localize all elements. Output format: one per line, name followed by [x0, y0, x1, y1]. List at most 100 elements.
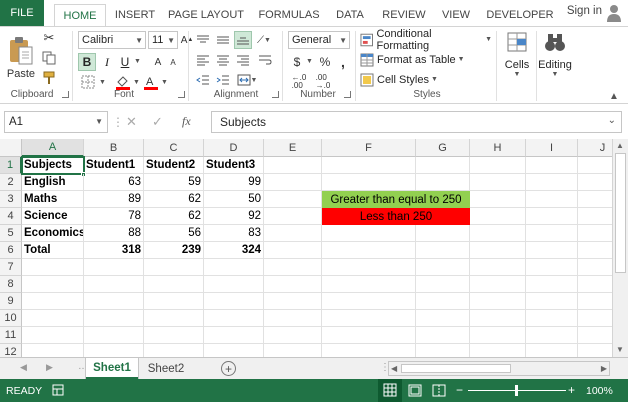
row-header-4[interactable]: 4 [0, 208, 22, 225]
row-header-3[interactable]: 3 [0, 191, 22, 208]
font-name-combo[interactable]: Calibri ▼ [78, 31, 146, 49]
row-header-7[interactable]: 7 [0, 259, 22, 276]
percent-button[interactable]: % [316, 53, 334, 71]
user-icon[interactable] [606, 4, 622, 22]
cell-b3[interactable]: 89 [84, 191, 144, 208]
cell-c1[interactable]: Student2 [144, 157, 204, 174]
chevron-down-icon[interactable]: ▼ [133, 79, 140, 86]
cell-c4[interactable]: 62 [144, 208, 204, 225]
cell-a3[interactable]: Maths [22, 191, 84, 208]
legend-red-cell[interactable]: Less than 250 [322, 208, 470, 225]
cell-b1[interactable]: Student1 [84, 157, 144, 174]
tab-page-layout[interactable]: PAGE LAYOUT [164, 4, 248, 26]
previous-sheet-icon[interactable]: ◀ [20, 362, 27, 373]
cell-d4[interactable]: 92 [204, 208, 264, 225]
row-header-11[interactable]: 11 [0, 327, 22, 344]
column-header-h[interactable]: H [470, 139, 526, 157]
cell-d2[interactable]: 99 [204, 174, 264, 191]
scroll-up-icon[interactable]: ▲ [616, 141, 624, 150]
cell-c6[interactable]: 239 [144, 242, 204, 259]
cell-b4[interactable]: 78 [84, 208, 144, 225]
editing-button[interactable]: Editing ▼ [538, 31, 572, 91]
column-header-d[interactable]: D [204, 139, 264, 157]
chevron-down-icon[interactable]: ▼ [99, 79, 106, 86]
cell-d1[interactable]: Student3 [204, 157, 264, 174]
cancel-icon[interactable]: ✕ [126, 114, 137, 130]
underline-button[interactable]: U [116, 53, 134, 71]
number-launcher-icon[interactable] [344, 91, 351, 98]
orientation-icon[interactable]: ⟋ ▼ [256, 31, 272, 49]
column-header-f[interactable]: F [322, 139, 416, 157]
page-break-view-icon[interactable] [432, 384, 446, 397]
new-sheet-icon[interactable]: + [221, 361, 236, 376]
chevron-down-icon[interactable]: ▼ [161, 79, 168, 86]
middle-align-icon[interactable] [214, 31, 232, 49]
row-header-10[interactable]: 10 [0, 310, 22, 327]
cell-a4[interactable]: Science [22, 208, 84, 225]
column-header-g[interactable]: G [416, 139, 470, 157]
row-header-8[interactable]: 8 [0, 276, 22, 293]
grow-font-size-icon[interactable]: A [150, 53, 166, 71]
bold-button[interactable]: B [78, 53, 96, 71]
tab-insert[interactable]: INSERT [110, 4, 160, 26]
cell-d3[interactable]: 50 [204, 191, 264, 208]
scroll-down-icon[interactable]: ▼ [616, 345, 624, 354]
column-header-j[interactable]: J [578, 139, 612, 157]
font-size-combo[interactable]: 11 ▼ [148, 31, 178, 49]
font-launcher-icon[interactable] [178, 91, 185, 98]
scroll-left-icon[interactable]: ◀ [391, 364, 397, 373]
chevron-down-icon[interactable]: ⌄ [608, 115, 616, 126]
decrease-indent-icon[interactable] [194, 71, 212, 89]
legend-green-cell[interactable]: Greater than equal to 250 [322, 191, 470, 208]
macro-record-icon[interactable] [52, 384, 64, 396]
formula-input[interactable]: Subjects ⌄ [211, 111, 622, 133]
chevron-down-icon[interactable]: ▼ [134, 58, 141, 65]
chevron-down-icon[interactable]: ▼ [95, 117, 103, 126]
worksheet-grid[interactable]: A B C D E F G H I J 1 2 3 4 5 6 7 8 9 10… [0, 139, 612, 357]
tab-formulas[interactable]: FORMULAS [254, 4, 324, 26]
cell-c2[interactable]: 59 [144, 174, 204, 191]
cell-b5[interactable]: 88 [84, 225, 144, 242]
select-all-corner[interactable] [0, 139, 22, 157]
column-header-a[interactable]: A [22, 139, 84, 157]
tab-data[interactable]: DATA [330, 4, 370, 26]
zoom-level[interactable]: 100% [586, 385, 613, 397]
cell-b6[interactable]: 318 [84, 242, 144, 259]
column-header-e[interactable]: E [264, 139, 322, 157]
clipboard-launcher-icon[interactable] [62, 91, 69, 98]
top-align-icon[interactable] [194, 31, 212, 49]
bottom-align-icon[interactable] [234, 31, 252, 49]
sign-in-link[interactable]: Sign in [567, 5, 602, 17]
align-center-icon[interactable] [214, 51, 232, 69]
horizontal-scrollbar[interactable]: ◀ ▶ [388, 361, 610, 376]
cell-c5[interactable]: 56 [144, 225, 204, 242]
cell-c3[interactable]: 62 [144, 191, 204, 208]
horizontal-scroll-thumb[interactable] [401, 364, 511, 373]
cell-d5[interactable]: 83 [204, 225, 264, 242]
cell-a6[interactable]: Total [22, 242, 84, 259]
collapse-ribbon-icon[interactable]: ▲ [609, 91, 619, 102]
paste-button[interactable]: Paste [6, 31, 36, 85]
row-header-1[interactable]: 1 [0, 157, 22, 174]
row-header-2[interactable]: 2 [0, 174, 22, 191]
vertical-scroll-thumb[interactable] [615, 153, 626, 273]
name-box[interactable]: A1 ▼ [4, 111, 108, 133]
sheet-tab-sheet1[interactable]: Sheet1 [86, 358, 138, 379]
grow-font-icon[interactable]: A ▲ [180, 31, 194, 49]
tab-file[interactable]: FILE [0, 0, 44, 26]
tab-review[interactable]: REVIEW [378, 4, 430, 26]
shrink-font-size-icon[interactable]: A [166, 53, 180, 71]
tab-home[interactable]: HOME [54, 4, 106, 27]
column-header-c[interactable]: C [144, 139, 204, 157]
next-sheet-icon[interactable]: ▶ [46, 362, 53, 373]
enter-icon[interactable]: ✓ [152, 114, 163, 130]
conditional-formatting-button[interactable]: Conditional Formatting ▼ [360, 28, 492, 52]
zoom-slider-thumb[interactable] [515, 385, 518, 396]
cut-icon[interactable]: ✂ [40, 29, 58, 47]
column-header-b[interactable]: B [84, 139, 144, 157]
row-header-12[interactable]: 12 [0, 344, 22, 357]
row-header-5[interactable]: 5 [0, 225, 22, 242]
align-left-icon[interactable] [194, 51, 212, 69]
zoom-out-button[interactable]: − [456, 383, 463, 397]
vertical-scrollbar[interactable]: ▲ ▼ [612, 139, 628, 357]
